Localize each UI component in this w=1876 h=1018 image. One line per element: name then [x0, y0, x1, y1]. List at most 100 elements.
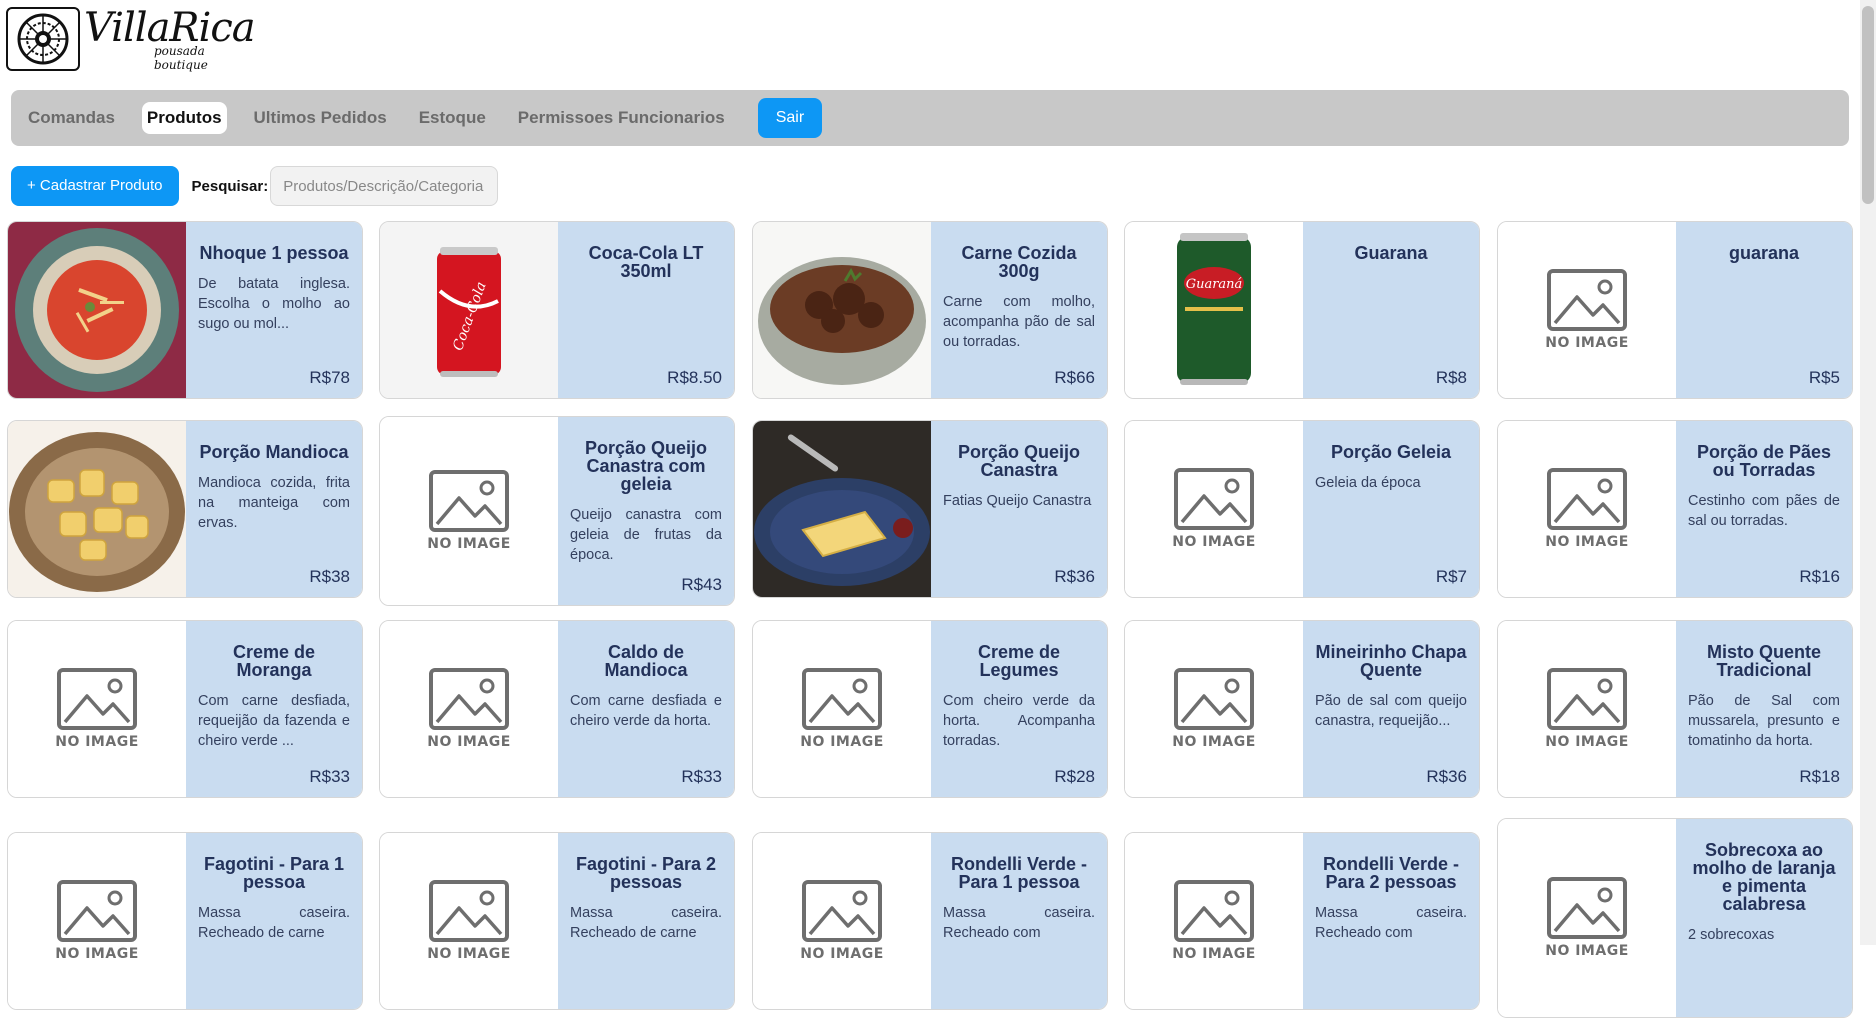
product-card[interactable]: NO IMAGE Rondelli Verde - Para 1 pessoa …	[752, 832, 1108, 1010]
product-price: R$8	[1435, 368, 1467, 387]
product-description: Fatias Queijo Canastra	[943, 493, 1092, 509]
product-card[interactable]: NO IMAGE Creme de Moranga Com carne desf…	[7, 620, 363, 798]
product-description: Massa caseira. Recheado de carne	[570, 905, 722, 941]
product-name: Coca-Cola LT 350ml	[588, 243, 704, 281]
nav-comandas[interactable]: Comandas	[23, 102, 120, 134]
product-description: Massa caseira. Recheado com	[943, 905, 1095, 941]
page-scrollbar[interactable]	[1860, 0, 1876, 945]
product-card[interactable]: NO IMAGE Fagotini - Para 2 pessoas Massa…	[379, 832, 735, 1010]
brand-logo: VillaRica pousada boutique	[6, 6, 256, 72]
product-price: R$38	[309, 567, 350, 586]
image-placeholder-icon	[1547, 877, 1627, 939]
product-name: Carne Cozida 300g	[961, 243, 1077, 281]
product-name: Nhoque 1 pessoa	[199, 243, 349, 263]
nav-ultimos-pedidos[interactable]: Ultimos Pedidos	[249, 102, 392, 134]
no-image-placeholder: NO IMAGE	[800, 668, 884, 750]
product-description: Com carne desfiada e cheiro verde da hor…	[570, 693, 722, 729]
product-card[interactable]: NO IMAGE Fagotini - Para 1 pessoa Massa …	[7, 832, 363, 1010]
product-card[interactable]: Coca-Cola Coca-Cola LT 350ml R$8.50	[379, 221, 735, 399]
image-placeholder-icon	[1174, 880, 1254, 942]
product-info: Sobrecoxa ao molho de laranja e pimenta …	[1676, 819, 1852, 1017]
product-info: Carne Cozida 300g Carne com molho, acomp…	[931, 222, 1107, 398]
image-placeholder-icon	[429, 880, 509, 942]
product-info: Mineirinho Chapa Quente Pão de sal com q…	[1303, 621, 1479, 797]
no-image-placeholder: NO IMAGE	[1172, 468, 1256, 550]
scrollbar-thumb[interactable]	[1862, 6, 1874, 204]
image-placeholder-icon	[429, 470, 509, 532]
product-price: R$7	[1435, 567, 1467, 586]
product-name: Fagotini - Para 2 pessoas	[575, 854, 717, 892]
product-card[interactable]: NO IMAGE guarana R$5	[1497, 221, 1853, 399]
no-image-placeholder: NO IMAGE	[1545, 668, 1629, 750]
no-image-placeholder: NO IMAGE	[1545, 468, 1629, 550]
product-name: Creme de Moranga	[232, 642, 316, 680]
no-image-placeholder: NO IMAGE	[427, 880, 511, 962]
products-toolbar: + Cadastrar Produto Pesquisar:	[11, 166, 499, 206]
product-card[interactable]: NO IMAGE Caldo de Mandioca Com carne des…	[379, 620, 735, 798]
no-image-placeholder: NO IMAGE	[800, 880, 884, 962]
product-card[interactable]: Porção Mandioca Mandioca cozida, frita n…	[7, 420, 363, 598]
product-card[interactable]: NO IMAGE Porção de Pães ou Torradas Cest…	[1497, 420, 1853, 598]
nav-produtos[interactable]: Produtos	[141, 102, 227, 134]
product-description: Pão de sal com queijo canastra, requeijã…	[1315, 693, 1467, 729]
product-card[interactable]: Nhoque 1 pessoa De batata inglesa. Escol…	[7, 221, 363, 399]
product-name: Creme de Legumes	[977, 642, 1061, 680]
product-card[interactable]: NO IMAGE Creme de Legumes Com cheiro ver…	[752, 620, 1108, 798]
product-price: R$8.50	[667, 368, 722, 387]
image-placeholder-icon	[1174, 468, 1254, 530]
soup-bowl-photo	[8, 222, 186, 398]
product-card[interactable]: NO IMAGE Misto Quente Tradicional Pão de…	[1497, 620, 1853, 798]
product-image: NO IMAGE	[1498, 819, 1676, 1017]
product-info: Misto Quente Tradicional Pão de Sal com …	[1676, 621, 1852, 797]
add-product-button[interactable]: + Cadastrar Produto	[11, 166, 179, 206]
product-name: Rondelli Verde - Para 2 pessoas	[1322, 854, 1460, 892]
product-name: Porção Geleia	[1330, 442, 1452, 462]
cassava-plate-photo	[8, 421, 186, 597]
product-info: guarana R$5	[1676, 222, 1852, 398]
product-price: R$18	[1799, 767, 1840, 786]
product-info: Coca-Cola LT 350ml R$8.50	[558, 222, 734, 398]
product-card[interactable]: NO IMAGE Mineirinho Chapa Quente Pão de …	[1124, 620, 1480, 798]
product-image: NO IMAGE	[1125, 833, 1303, 1009]
product-description: Massa caseira. Recheado com	[1315, 905, 1467, 941]
product-card[interactable]: NO IMAGE Rondelli Verde - Para 2 pessoas…	[1124, 832, 1480, 1010]
product-card[interactable]: NO IMAGE Sobrecoxa ao molho de laranja e…	[1497, 818, 1853, 1018]
product-name: Caldo de Mandioca	[604, 642, 688, 680]
product-image: NO IMAGE	[380, 621, 558, 797]
search-input[interactable]	[270, 166, 499, 206]
brand-tagline: pousada boutique	[154, 44, 208, 72]
product-card[interactable]: NO IMAGE Porção Queijo Canastra com gele…	[379, 416, 735, 606]
product-price: R$36	[1426, 767, 1467, 786]
product-description: Geleia da época	[1315, 475, 1421, 491]
no-image-placeholder: NO IMAGE	[1545, 269, 1629, 351]
product-card[interactable]: Guaraná Guarana R$8	[1124, 221, 1480, 399]
product-image: NO IMAGE	[380, 417, 558, 605]
nav-permissoes-funcionarios[interactable]: Permissoes Funcionarios	[513, 102, 730, 134]
product-price: R$36	[1054, 567, 1095, 586]
product-info: Porção Queijo Canastra Fatias Queijo Can…	[931, 421, 1107, 597]
product-image: NO IMAGE	[1125, 421, 1303, 597]
image-placeholder-icon	[429, 668, 509, 730]
product-info: Porção Queijo Canastra com geleia Queijo…	[558, 417, 734, 605]
nav-estoque[interactable]: Estoque	[414, 102, 491, 134]
product-card[interactable]: NO IMAGE Porção Geleia Geleia da época R…	[1124, 420, 1480, 598]
product-image: NO IMAGE	[1498, 621, 1676, 797]
product-description: Queijo canastra com geleia de frutas da …	[570, 507, 722, 563]
no-image-placeholder: NO IMAGE	[427, 470, 511, 552]
no-image-placeholder: NO IMAGE	[55, 880, 139, 962]
product-price: R$33	[681, 767, 722, 786]
product-price: R$66	[1054, 368, 1095, 387]
product-price: R$78	[309, 368, 350, 387]
product-info: Creme de Moranga Com carne desfiada, req…	[186, 621, 362, 797]
beef-bowl-photo	[753, 222, 931, 398]
product-card[interactable]: Carne Cozida 300g Carne com molho, acomp…	[752, 221, 1108, 399]
logout-button[interactable]: Sair	[757, 98, 823, 138]
product-image: NO IMAGE	[8, 833, 186, 1009]
product-card[interactable]: Porção Queijo Canastra Fatias Queijo Can…	[752, 420, 1108, 598]
image-placeholder-icon	[1547, 668, 1627, 730]
product-info: Porção Mandioca Mandioca cozida, frita n…	[186, 421, 362, 597]
product-price: R$5	[1808, 368, 1840, 387]
product-name: Porção Queijo Canastra	[957, 442, 1081, 480]
product-description: Cestinho com pães de sal ou torradas.	[1688, 493, 1840, 529]
main-nav: Comandas Produtos Ultimos Pedidos Estoqu…	[11, 90, 1849, 146]
